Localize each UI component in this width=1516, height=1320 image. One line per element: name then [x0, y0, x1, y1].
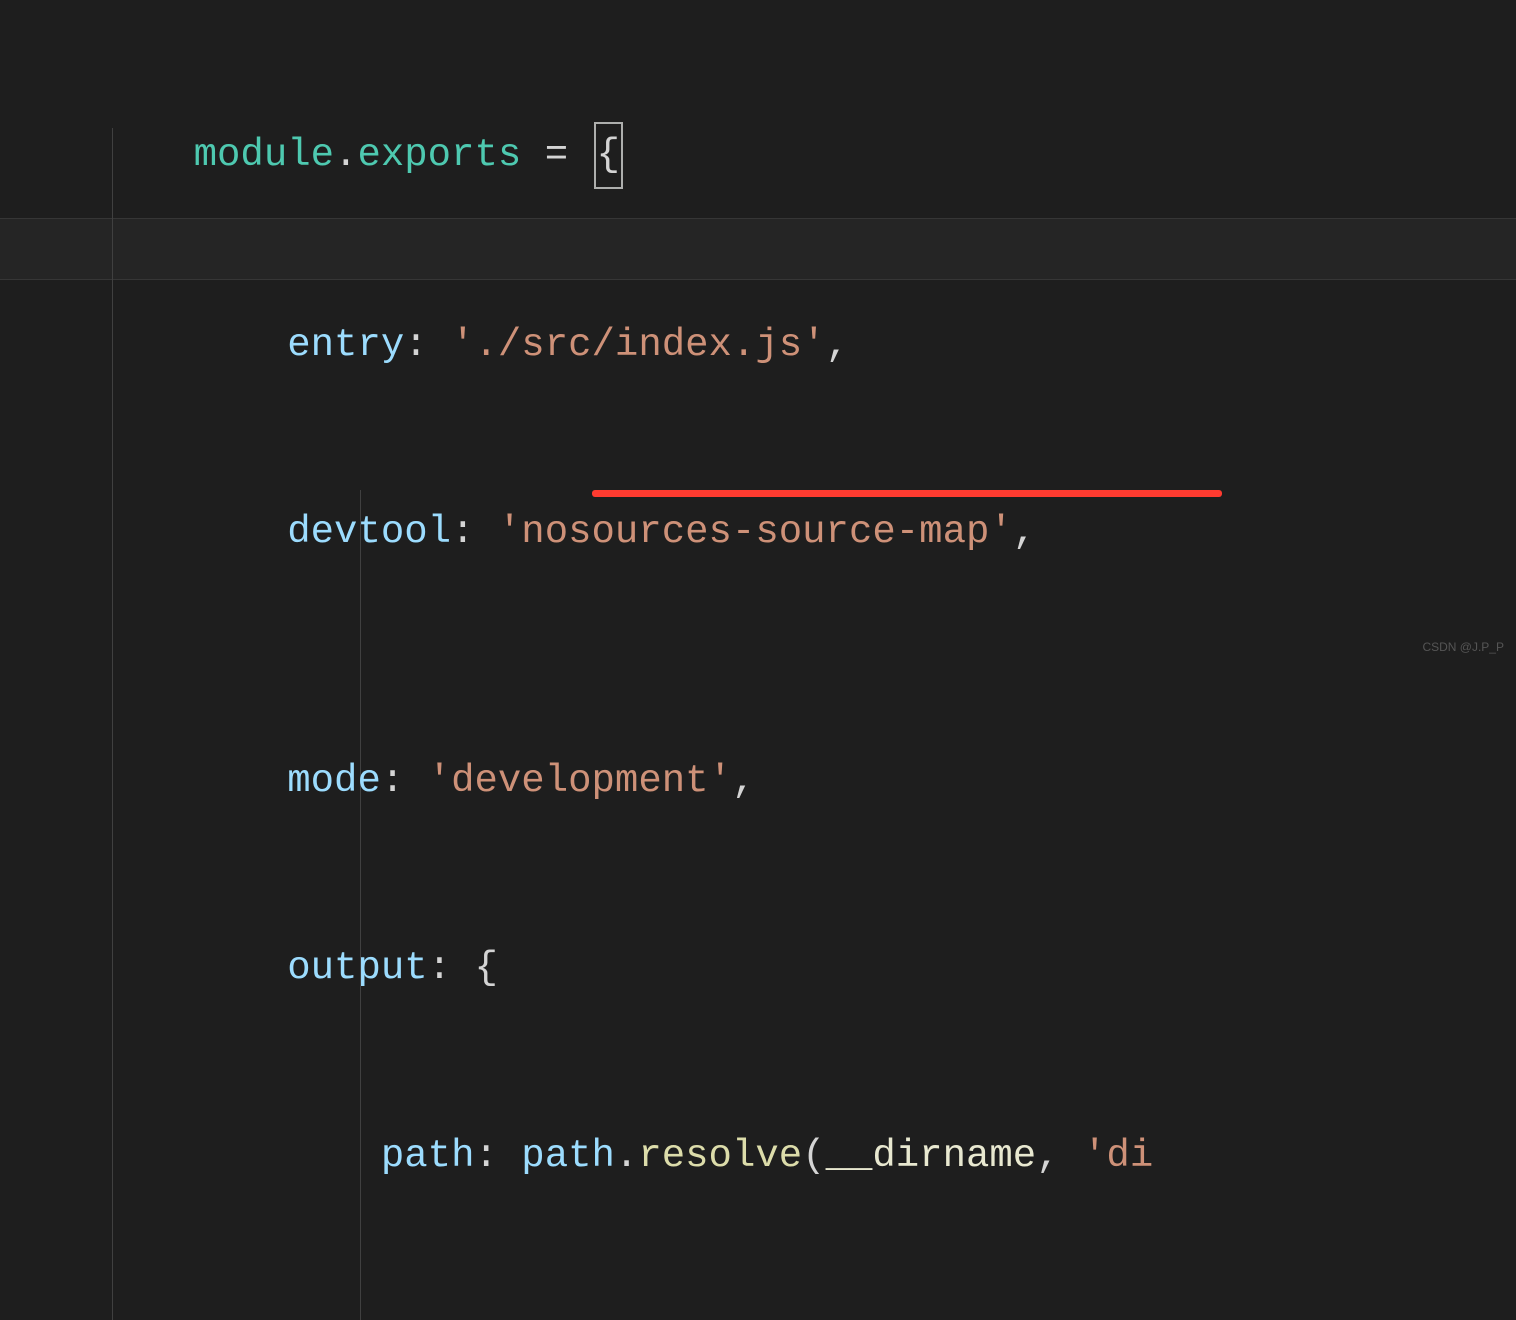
token-comma: , — [1013, 510, 1036, 554]
indent — [194, 946, 288, 990]
token-colon: : — [428, 946, 475, 990]
token-key: entry — [287, 323, 404, 367]
code-line-2[interactable]: entry: './src/index.js', — [100, 251, 1516, 438]
token-paren: ( — [802, 1134, 825, 1178]
token-string: 'development' — [428, 759, 732, 803]
cursor-brace: { — [594, 122, 623, 188]
code-line-7[interactable]: filename: 'bundle.js', — [100, 1249, 1516, 1320]
token-comma: , — [826, 323, 849, 367]
token-colon: : — [451, 510, 498, 554]
token-key: devtool — [287, 510, 451, 554]
token-object: path — [521, 1134, 615, 1178]
token-string: 'nosources-source-map' — [498, 510, 1013, 554]
token-string: './src/index.js' — [451, 323, 825, 367]
code-line-5[interactable]: output: { — [100, 875, 1516, 1062]
code-line-6[interactable]: path: path.resolve(__dirname, 'di — [100, 1062, 1516, 1249]
token-dot: . — [334, 133, 357, 177]
token-dot: . — [615, 1134, 638, 1178]
token-string: 'di — [1083, 1134, 1153, 1178]
token-colon: : — [474, 1134, 521, 1178]
token-key: path — [381, 1134, 475, 1178]
token-property: exports — [357, 133, 521, 177]
indent — [194, 510, 288, 554]
code-line-4[interactable]: mode: 'development', — [100, 688, 1516, 875]
indent — [194, 323, 288, 367]
code-line-3[interactable]: devtool: 'nosources-source-map', — [100, 438, 1516, 688]
token-arg: __dirname — [826, 1134, 1037, 1178]
token-brace: { — [475, 946, 498, 990]
token-comma: , — [732, 759, 755, 803]
token-variable: module — [194, 133, 334, 177]
token-colon: : — [404, 323, 451, 367]
code-line-1[interactable]: module.exports = { — [100, 60, 1516, 251]
code-editor[interactable]: module.exports = { entry: './src/index.j… — [0, 0, 1516, 1320]
indent — [194, 759, 288, 803]
token-colon: : — [381, 759, 428, 803]
token-method: resolve — [638, 1134, 802, 1178]
token-key: output — [287, 946, 427, 990]
token-comma: , — [1036, 1134, 1083, 1178]
indent — [194, 1134, 381, 1178]
token-operator: = — [521, 133, 591, 177]
watermark: CSDN @J.P_P — [1422, 640, 1504, 654]
token-key: mode — [287, 759, 381, 803]
red-underline-annotation — [592, 490, 1222, 497]
